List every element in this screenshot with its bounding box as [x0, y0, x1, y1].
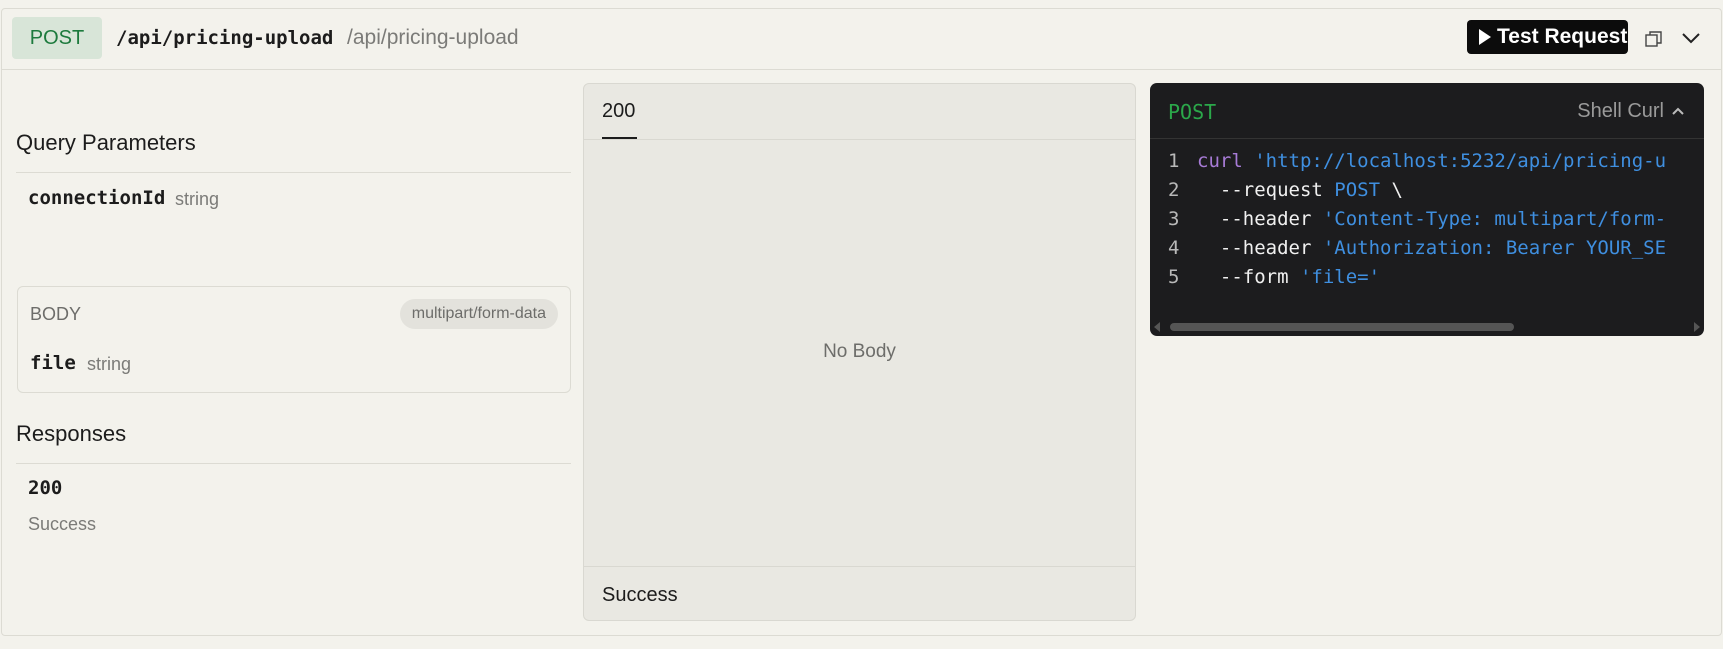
divider — [16, 463, 571, 464]
code-method: POST — [1168, 100, 1217, 124]
endpoint-path: /api/pricing-upload — [116, 27, 334, 49]
play-icon — [1479, 29, 1491, 45]
scroll-right-arrow[interactable] — [1694, 322, 1700, 332]
line-number: 3 — [1168, 208, 1180, 230]
method-badge: POST — [12, 17, 102, 59]
code-line: 3 --header 'Content-Type: multipart/form… — [1150, 205, 1704, 234]
responses-heading: Responses — [16, 421, 127, 446]
code-line: 4 --header 'Authorization: Bearer YOUR_S… — [1150, 234, 1704, 263]
response-footer: Success — [602, 584, 678, 606]
active-tab-indicator — [602, 137, 637, 139]
content-type-chip: multipart/form-data — [399, 299, 558, 329]
copy-icon[interactable] — [1644, 29, 1664, 49]
divider — [16, 172, 571, 173]
body-field-type: string — [87, 354, 132, 374]
test-request-label: Test Request — [1497, 25, 1628, 48]
test-request-button[interactable]: Test Request — [1467, 20, 1628, 54]
param-name: connectionId — [28, 187, 166, 209]
code-sample-panel: POST Shell Curl 1 curl 'http://localhost:… — [1150, 83, 1704, 336]
query-parameters-heading: Query Parameters — [16, 130, 196, 155]
response-code: 200 — [28, 477, 63, 499]
line-number: 1 — [1168, 150, 1180, 172]
line-number: 2 — [1168, 179, 1180, 201]
line-number: 5 — [1168, 266, 1180, 288]
chevron-up-icon[interactable] — [1670, 103, 1686, 119]
no-body-text: No Body — [823, 341, 896, 362]
param-type: string — [175, 189, 220, 209]
line-number: 4 — [1168, 237, 1180, 259]
code-token: \ — [1391, 179, 1403, 201]
divider — [584, 566, 1135, 567]
endpoint-path-secondary: /api/pricing-upload — [347, 26, 519, 49]
response-example-panel: 200 No Body Success — [583, 83, 1136, 621]
endpoint-header[interactable]: POST /api/pricing-upload /api/pricing-up… — [2, 9, 1721, 70]
code-token: POST — [1334, 179, 1392, 201]
code-token: --header — [1197, 208, 1323, 230]
horizontal-scrollbar[interactable] — [1170, 323, 1514, 331]
code-line: 2 --request POST \ — [1150, 176, 1704, 205]
body-label: BODY — [30, 304, 82, 324]
language-selector[interactable]: Shell Curl — [1577, 100, 1664, 123]
code-token: 'Content-Type: multipart/form- — [1322, 208, 1667, 230]
chevron-down-icon[interactable] — [1680, 27, 1702, 49]
code-token: --form — [1197, 266, 1300, 288]
code-token: curl — [1197, 150, 1255, 172]
request-body-box: BODY multipart/form-data file string — [17, 286, 571, 393]
code-line: 5 --form 'file=' — [1150, 263, 1704, 292]
code-block: 1 curl 'http://localhost:5232/api/pricing… — [1150, 147, 1704, 292]
code-token: 'Authorization: Bearer YOUR_SE — [1322, 237, 1667, 259]
code-sample-header: POST Shell Curl — [1150, 83, 1704, 139]
scroll-left-arrow[interactable] — [1154, 322, 1160, 332]
tab-200[interactable]: 200 — [602, 100, 635, 123]
divider — [584, 139, 1135, 140]
code-token: 'file=' — [1299, 266, 1381, 288]
code-line: 1 curl 'http://localhost:5232/api/pricing… — [1150, 147, 1704, 176]
code-token: --request — [1197, 179, 1335, 201]
code-token: 'http://localhost:5232/api/pricing-u — [1254, 150, 1667, 172]
code-token: --header — [1197, 237, 1323, 259]
body-field-name: file — [30, 352, 76, 374]
response-description: Success — [28, 514, 97, 534]
